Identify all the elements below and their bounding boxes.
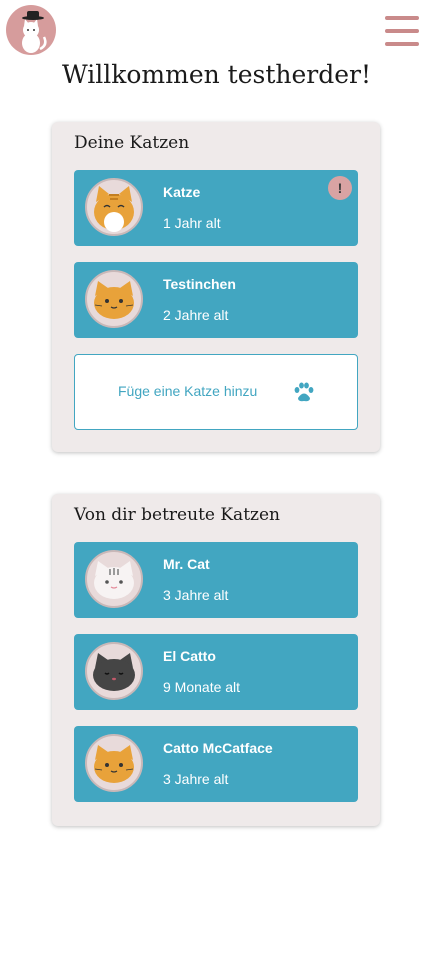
hamburger-line xyxy=(385,29,419,33)
paw-icon xyxy=(294,382,314,402)
cat-age: 1 Jahr alt xyxy=(163,215,221,231)
menu-button[interactable] xyxy=(383,14,421,48)
cat-card-el-catto[interactable]: El Catto 9 Monate alt xyxy=(74,634,358,710)
cat-age: 9 Monate alt xyxy=(163,679,241,695)
add-cat-label: Füge eine Katze hinzu xyxy=(118,383,258,399)
avatar xyxy=(85,734,143,792)
cat-name: Catto McCatface xyxy=(163,740,273,756)
orange-cat-icon xyxy=(94,745,134,783)
hamburger-menu-icon xyxy=(385,16,419,20)
cat-name: Testinchen xyxy=(163,276,236,292)
cared-cats-title: Von dir betreute Katzen xyxy=(74,505,280,525)
cat-card-mr-cat[interactable]: Mr. Cat 3 Jahre alt xyxy=(74,542,358,618)
black-cat-icon xyxy=(93,653,135,691)
add-cat-button[interactable]: Füge eine Katze hinzu xyxy=(74,354,358,430)
cat-logo-icon xyxy=(22,11,47,53)
cat-age: 3 Jahre alt xyxy=(163,771,229,787)
cat-name: Mr. Cat xyxy=(163,556,210,572)
orange-cat-icon xyxy=(94,281,134,319)
own-cats-panel: Deine Katzen Katze 1 Jahr alt ! Testinch… xyxy=(52,122,380,452)
cat-card-testinchen[interactable]: Testinchen 2 Jahre alt xyxy=(74,262,358,338)
cat-name: Katze xyxy=(163,184,201,200)
cat-age: 3 Jahre alt xyxy=(163,587,229,603)
cat-name: El Catto xyxy=(163,648,216,664)
alert-icon[interactable]: ! xyxy=(328,176,352,200)
own-cats-title: Deine Katzen xyxy=(74,133,190,153)
hamburger-line xyxy=(385,42,419,46)
orange-cat-white-belly-icon xyxy=(94,186,134,232)
page-title: Willkommen testherder! xyxy=(61,60,372,89)
cat-card-catto-mccatface[interactable]: Catto McCatface 3 Jahre alt xyxy=(74,726,358,802)
white-cat-icon xyxy=(94,561,134,599)
avatar xyxy=(85,550,143,608)
cat-card-katze[interactable]: Katze 1 Jahr alt ! xyxy=(74,170,358,246)
avatar xyxy=(85,642,143,700)
cat-age: 2 Jahre alt xyxy=(163,307,229,323)
avatar xyxy=(85,270,143,328)
avatar xyxy=(85,178,143,236)
app-logo[interactable] xyxy=(6,5,56,55)
cared-cats-panel: Von dir betreute Katzen Mr. Cat 3 Jahre … xyxy=(52,494,380,826)
